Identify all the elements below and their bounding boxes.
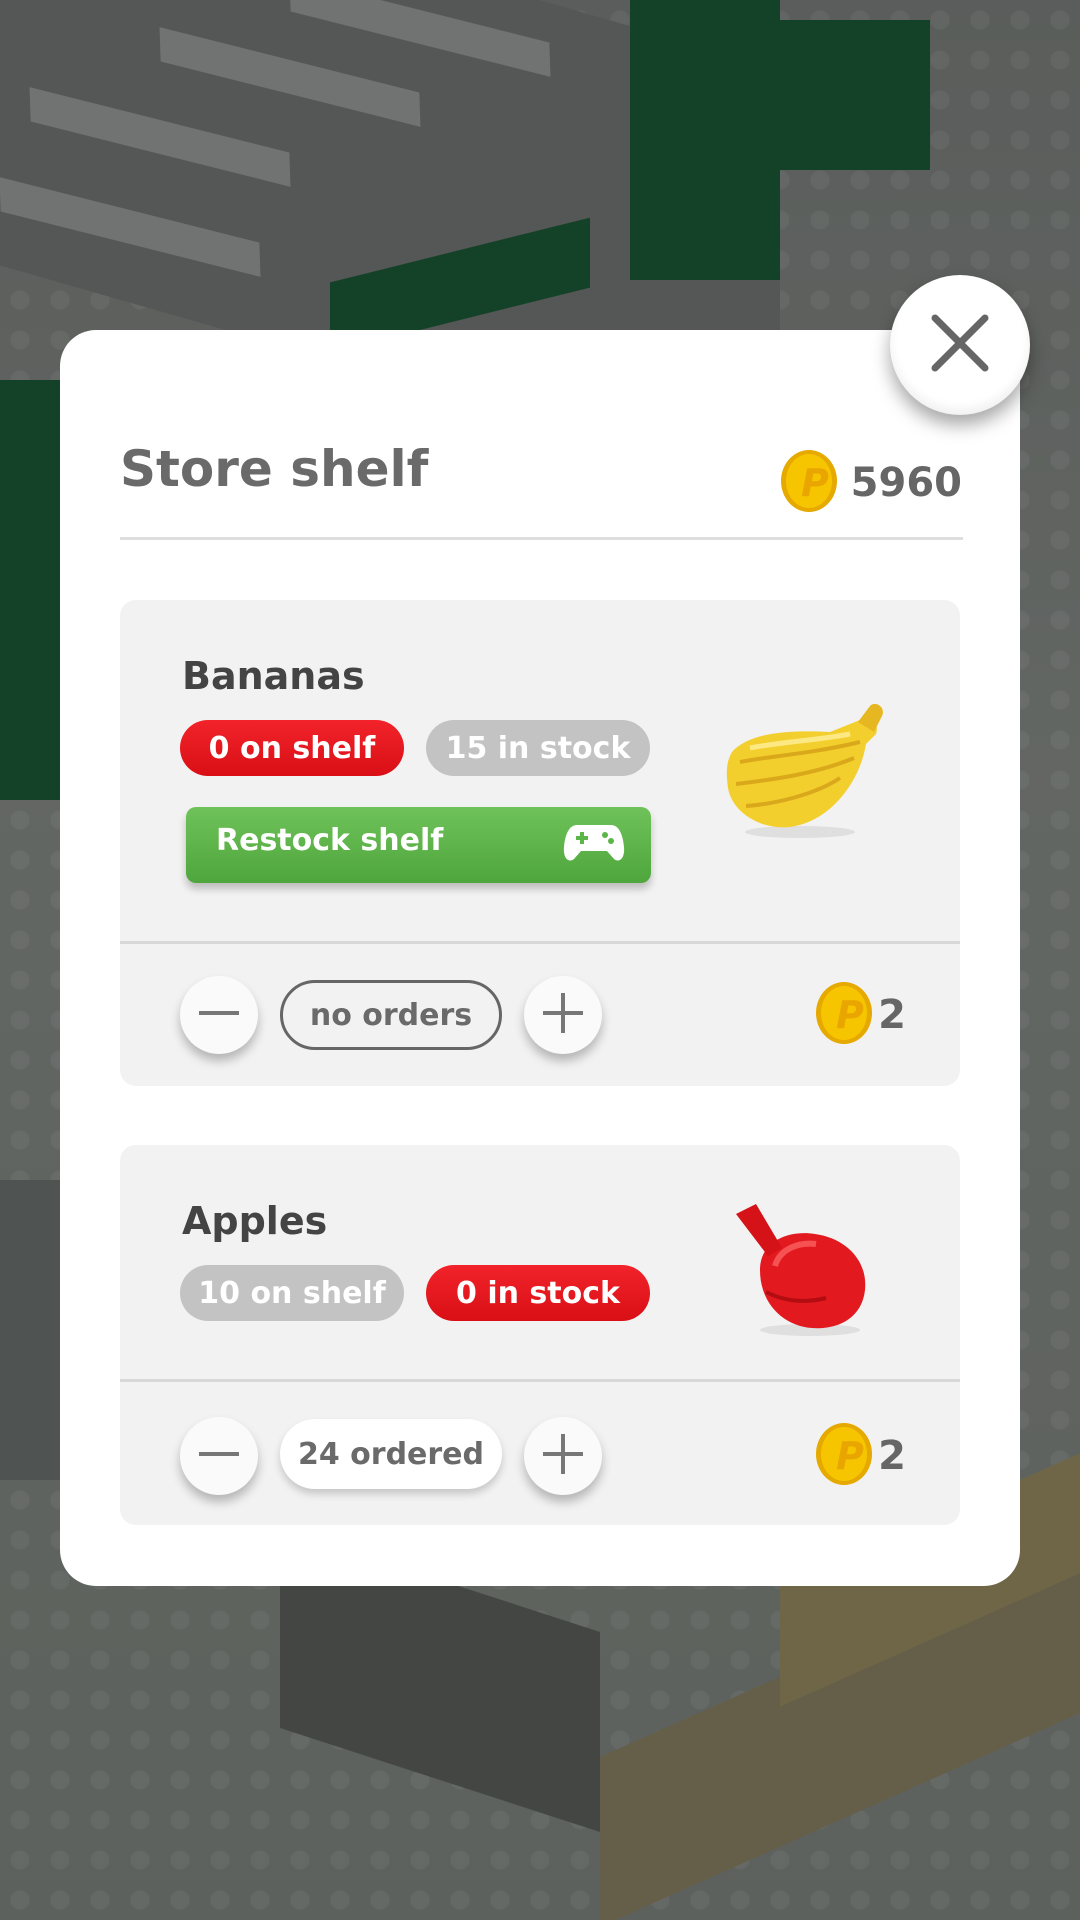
minus-icon [197,991,241,1039]
decrease-order-button[interactable] [180,1417,258,1495]
page-title: Store shelf [120,440,429,498]
card-divider [120,941,960,944]
product-card-apples: Apples 10 on shelf 0 in stock 24 ordered [120,1145,960,1525]
card-divider [120,1379,960,1382]
product-name: Apples [182,1199,328,1243]
plus-icon [541,1432,585,1480]
order-quantity-field[interactable]: no orders [280,980,502,1050]
on-shelf-badge: 0 on shelf [180,720,404,776]
apple-icon [730,1200,880,1344]
gamepad-icon [563,821,625,869]
svg-text:P: P [801,461,829,505]
product-card-bananas: Bananas 0 on shelf 15 in stock Restock s… [120,600,960,1086]
increase-order-button[interactable] [524,976,602,1054]
store-shelf-dialog: Store shelf P 5960 Bananas 0 on shelf 15… [60,330,1020,1586]
in-stock-badge: 0 in stock [426,1265,650,1321]
increase-order-button[interactable] [524,1417,602,1495]
svg-text:P: P [836,993,864,1037]
coin-icon: P [814,1421,874,1491]
close-button[interactable] [890,275,1030,415]
coin-icon: P [779,448,839,518]
coin-icon: P [814,980,874,1050]
close-x-icon [929,312,991,378]
unit-price-value: 2 [878,992,906,1038]
restock-shelf-button[interactable]: Restock shelf [186,807,651,883]
svg-text:P: P [836,1434,864,1478]
order-quantity-field[interactable]: 24 ordered [280,1419,502,1489]
unit-price-value: 2 [878,1433,906,1479]
unit-price: P 2 [814,1421,906,1491]
title-divider [120,537,963,540]
restock-shelf-label: Restock shelf [216,823,444,858]
coin-balance-value: 5960 [850,460,962,506]
minus-icon [197,1432,241,1480]
on-shelf-badge: 10 on shelf [180,1265,404,1321]
coin-balance: P 5960 [779,448,962,518]
bananas-icon [720,692,890,846]
in-stock-badge: 15 in stock [426,720,650,776]
decrease-order-button[interactable] [180,976,258,1054]
product-name: Bananas [182,654,365,698]
plus-icon [541,991,585,1039]
unit-price: P 2 [814,980,906,1050]
